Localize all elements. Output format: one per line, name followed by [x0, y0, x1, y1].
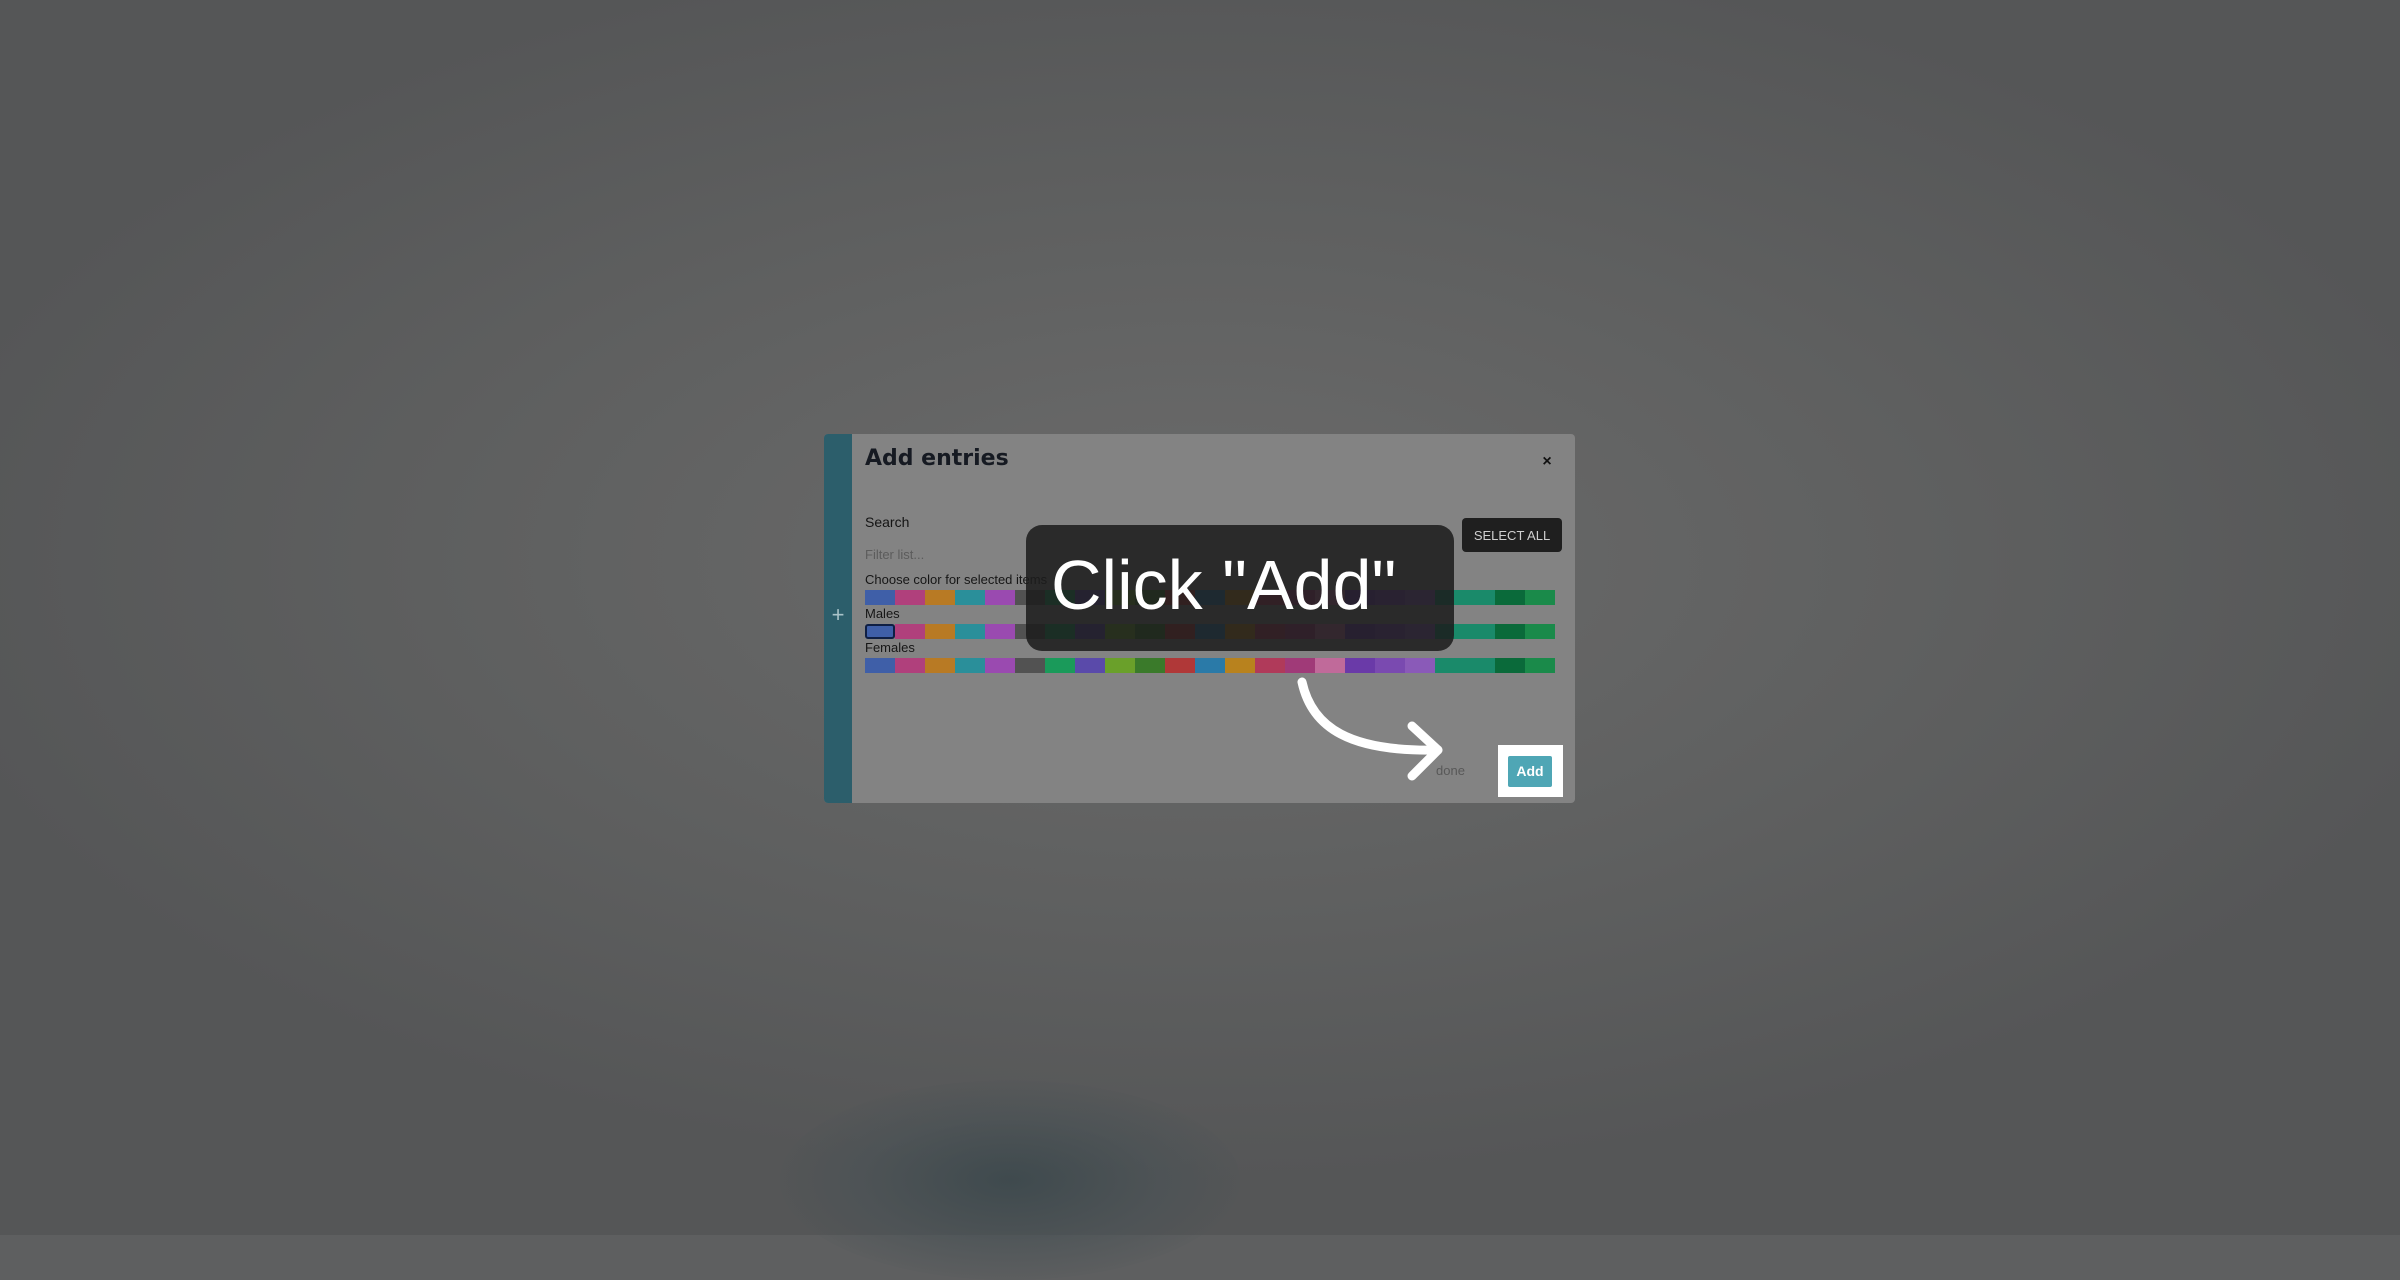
dialog-side-strip: +: [824, 434, 852, 803]
search-label: Search: [865, 514, 910, 530]
color-swatch[interactable]: [1135, 658, 1165, 673]
plus-icon[interactable]: +: [824, 604, 852, 626]
add-button[interactable]: Add: [1508, 756, 1552, 787]
color-swatch[interactable]: [1225, 658, 1255, 673]
color-swatch[interactable]: [1165, 658, 1195, 673]
color-swatch[interactable]: [895, 658, 925, 673]
color-swatch[interactable]: [1105, 658, 1135, 673]
select-all-button[interactable]: SELECT ALL: [1462, 518, 1562, 552]
row-label-males: Males: [865, 606, 900, 621]
color-swatch[interactable]: [955, 624, 985, 639]
row-label-females: Females: [865, 640, 915, 655]
color-swatch[interactable]: [865, 658, 895, 673]
color-swatch[interactable]: [1465, 624, 1495, 639]
color-swatch[interactable]: [895, 590, 925, 605]
pointer-arrow-icon: [1297, 677, 1443, 781]
color-swatch[interactable]: [1195, 658, 1225, 673]
color-swatch[interactable]: [1525, 658, 1555, 673]
color-swatch[interactable]: [925, 658, 955, 673]
color-swatch[interactable]: [985, 658, 1015, 673]
color-swatch[interactable]: [1495, 590, 1525, 605]
color-swatch[interactable]: [955, 658, 985, 673]
color-swatch[interactable]: [1075, 658, 1105, 673]
color-swatch[interactable]: [925, 590, 955, 605]
color-swatch[interactable]: [925, 624, 955, 639]
color-swatch[interactable]: [1495, 658, 1525, 673]
color-swatch[interactable]: [865, 624, 895, 639]
color-swatch[interactable]: [1495, 624, 1525, 639]
color-swatch[interactable]: [1255, 658, 1285, 673]
color-swatch[interactable]: [1045, 658, 1075, 673]
color-swatch[interactable]: [1015, 658, 1045, 673]
close-icon[interactable]: ×: [1535, 450, 1559, 474]
color-swatch[interactable]: [985, 624, 1015, 639]
color-swatch[interactable]: [1525, 590, 1555, 605]
dialog-title: Add entries: [865, 446, 1009, 471]
color-swatch[interactable]: [1525, 624, 1555, 639]
color-swatch[interactable]: [985, 590, 1015, 605]
color-swatch-row: [865, 658, 1555, 673]
color-swatch[interactable]: [955, 590, 985, 605]
tooltip-text: Click "Add": [1051, 546, 1397, 624]
row-label-choose-color: Choose color for selected items: [865, 572, 1048, 587]
color-swatch[interactable]: [865, 590, 895, 605]
color-swatch[interactable]: [895, 624, 925, 639]
tutorial-tooltip: Click "Add": [1026, 525, 1454, 651]
color-swatch[interactable]: [1465, 658, 1495, 673]
background-shape: [780, 1080, 1240, 1280]
color-swatch[interactable]: [1465, 590, 1495, 605]
